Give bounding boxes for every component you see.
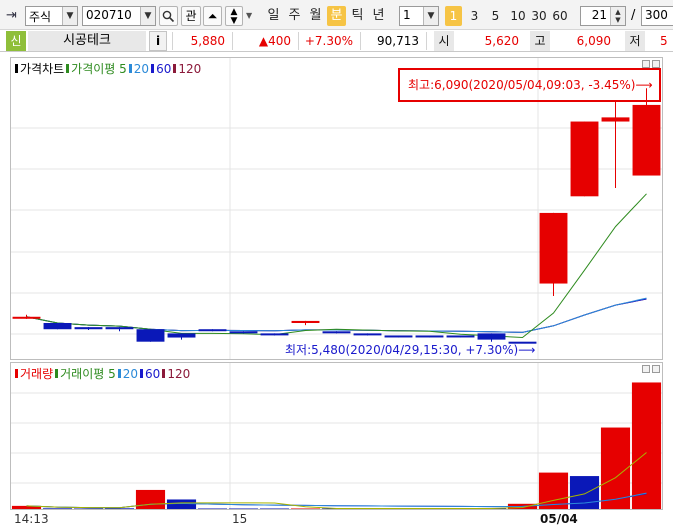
interest-label: 관 xyxy=(185,9,197,23)
magnifier-icon xyxy=(162,10,175,23)
chart-toolbar: ⇥ 주식 ▼ 020710 ▼ 관 ⏶ ▲ ▼ ▼ 일주월분틱년 1 ▼ 1351… xyxy=(0,0,673,30)
info-button[interactable]: i xyxy=(149,31,167,51)
period-tab[interactable]: 분 xyxy=(327,6,346,26)
price-chart-panel[interactable]: 가격차트 가격이평 5 20 60 120 최고:6,090(2020/05/04,09… xyxy=(10,57,663,360)
quote-bar: 신 시공테크 i 5,880 ▲400 +7.30% 90,713 시 5,62… xyxy=(0,30,673,52)
total-count-input[interactable]: 300 xyxy=(641,6,673,26)
period-tab[interactable]: 년 xyxy=(369,6,388,26)
interval-button[interactable]: 30 xyxy=(529,6,549,26)
interval-button[interactable]: 1 xyxy=(445,6,462,26)
volume-bar xyxy=(197,508,228,509)
candle-body xyxy=(198,329,227,332)
count-separator: / xyxy=(631,8,636,23)
credit-badge-text: 신 xyxy=(10,34,22,48)
low-label: 저 xyxy=(625,31,645,51)
volume-bar xyxy=(631,382,662,509)
volume-chart-panel[interactable]: 거래량 거래이평 5 20 60 120 xyxy=(10,362,663,510)
high-price: 6,090 xyxy=(576,34,611,48)
info-button-label: i xyxy=(155,34,161,48)
stock-name[interactable]: 시공테크 xyxy=(28,31,146,51)
interval-button[interactable]: 60 xyxy=(550,6,570,26)
price-chart-canvas xyxy=(11,58,662,359)
stepper-button[interactable]: ▲ ▼ xyxy=(225,6,243,26)
candle-body xyxy=(601,117,630,122)
candle-body xyxy=(229,331,258,334)
chevron-down-icon: ▼ xyxy=(423,7,438,25)
chevron-down-icon: ▼ xyxy=(62,7,77,25)
candle-body xyxy=(384,335,413,338)
total-count-value: 300 xyxy=(645,8,668,22)
low-price: 5 xyxy=(660,34,668,48)
period-tab[interactable]: 월 xyxy=(306,6,325,26)
stock-code-input[interactable]: 020710 ▼ xyxy=(82,6,156,26)
x-tick-label: 05/04 xyxy=(540,512,578,526)
candle-body xyxy=(260,333,289,336)
candle-body xyxy=(12,316,41,319)
stock-code-value: 020710 xyxy=(86,8,132,22)
high-label: 고 xyxy=(530,31,550,51)
candle-body xyxy=(105,327,134,330)
view-count-input[interactable]: 21 ▲ ▼ xyxy=(580,6,626,26)
search-button[interactable] xyxy=(159,6,178,26)
candle-body xyxy=(322,331,351,334)
price-change: ▲400 xyxy=(258,34,291,48)
more-arrow-icon[interactable]: ▼ xyxy=(246,6,254,26)
spin-icon[interactable]: ▲ ▼ xyxy=(610,7,625,25)
market-type-select[interactable]: 주식 ▼ xyxy=(25,6,78,26)
volume-bar xyxy=(73,508,104,509)
volume-bar xyxy=(569,476,600,509)
chevron-down-icon: ▼ xyxy=(140,7,155,25)
low-annotation: 최저:5,480(2020/04/29,15:30, +7.30%)⟶ xyxy=(285,343,536,357)
up-down-icon: ▲ ▼ xyxy=(230,7,238,26)
volume-bar xyxy=(228,508,259,509)
interval-button[interactable]: 3 xyxy=(466,6,483,26)
view-count-value: 21 xyxy=(591,8,607,22)
candle-body xyxy=(415,335,444,338)
period-tab[interactable]: 주 xyxy=(285,6,304,26)
market-type-value: 주식 xyxy=(29,10,52,24)
interval-value: 1 xyxy=(403,8,411,22)
candle-body xyxy=(477,333,506,340)
interval-button[interactable]: 10 xyxy=(508,6,528,26)
candle-body xyxy=(291,320,320,323)
candle-body xyxy=(446,335,475,338)
order-button[interactable]: ⏶ xyxy=(203,6,222,26)
volume-bar xyxy=(104,508,135,509)
high-annotation: 최고:6,090(2020/05/04,09:03, -3.45%)⟶ xyxy=(408,78,653,92)
time-axis: 14:13 15 05/04 xyxy=(0,511,673,528)
x-tick-label: 14:13 xyxy=(14,512,49,526)
trade-volume: 90,713 xyxy=(377,34,419,48)
change-rate: +7.30% xyxy=(304,34,353,48)
credit-badge: 신 xyxy=(6,31,26,51)
candle-body xyxy=(167,333,196,338)
volume-bar xyxy=(259,508,290,509)
current-price: 5,880 xyxy=(190,34,225,48)
interest-button[interactable]: 관 xyxy=(181,6,201,26)
interval-button[interactable]: 5 xyxy=(487,6,504,26)
x-tick-label: 15 xyxy=(232,512,248,526)
volume-chart-canvas xyxy=(11,363,662,509)
candle-body xyxy=(136,329,165,342)
candle-body xyxy=(43,323,72,330)
candle-body xyxy=(353,333,382,336)
period-tab[interactable]: 일 xyxy=(264,6,283,26)
candle-body xyxy=(570,121,599,197)
interval-select[interactable]: 1 ▼ xyxy=(399,6,439,26)
chart-nav-icon[interactable]: ⇥ xyxy=(6,6,22,26)
volume-bar xyxy=(290,508,321,509)
open-label: 시 xyxy=(434,31,454,51)
open-price: 5,620 xyxy=(484,34,519,48)
volume-bar xyxy=(42,508,73,509)
candle-body xyxy=(539,212,568,284)
divider xyxy=(426,32,427,50)
volume-bar xyxy=(135,489,166,509)
stock-name-text: 시공테크 xyxy=(63,33,111,48)
bell-icon: ⏶ xyxy=(207,9,218,23)
period-tab[interactable]: 틱 xyxy=(348,6,367,26)
volume-bar xyxy=(166,499,197,509)
candle-body xyxy=(632,104,661,176)
candle-body xyxy=(74,327,103,330)
